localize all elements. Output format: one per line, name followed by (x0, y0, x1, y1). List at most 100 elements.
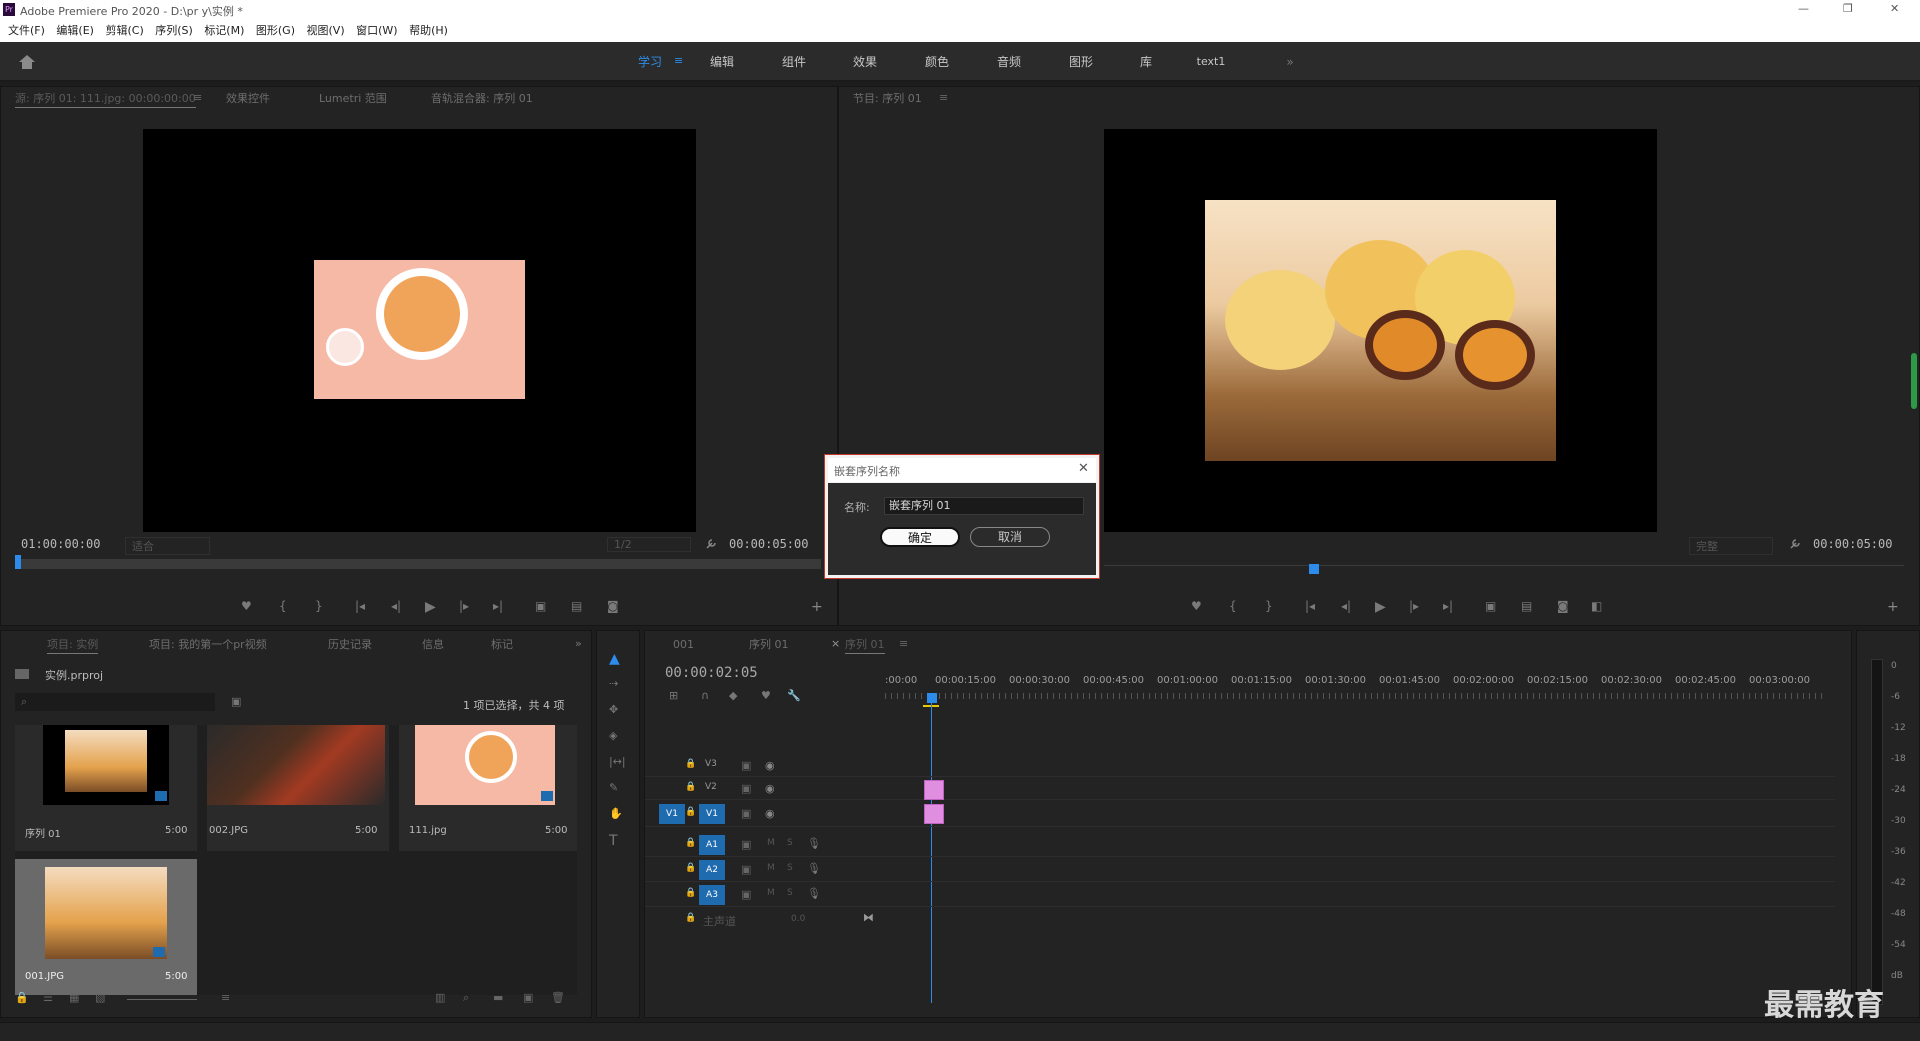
mark-out-icon[interactable]: } (1265, 599, 1273, 613)
cancel-button[interactable]: 取消 (970, 527, 1050, 547)
icon-view-icon[interactable]: ▦ (69, 991, 79, 1004)
microphone-icon[interactable]: 🎙 (807, 862, 821, 875)
ok-button[interactable]: 确定 (880, 527, 960, 547)
clip-v2[interactable] (924, 780, 944, 800)
tab-audio-track-mixer[interactable]: 音轨混合器: 序列 01 (431, 91, 533, 107)
find-icon[interactable]: ⌕ (463, 991, 469, 1005)
add-button-icon[interactable]: + (811, 599, 823, 615)
sync-lock-icon[interactable]: ▣ (741, 807, 751, 820)
selection-tool-icon[interactable]: ▲ (609, 651, 620, 667)
lift-icon[interactable]: ▣ (1485, 599, 1496, 613)
workspace-libraries[interactable]: 库 (1124, 42, 1168, 82)
settings-wrench-icon[interactable]: 🔧 (787, 689, 801, 702)
workspace-audio[interactable]: 音频 (987, 42, 1031, 82)
menu-file[interactable]: 文件(F) (8, 20, 45, 42)
insert-icon[interactable]: ▣ (535, 599, 546, 613)
tab-project-2[interactable]: 项目: 我的第一个pr视频 (149, 637, 267, 653)
lock-icon[interactable]: 🔒 (685, 782, 696, 792)
name-input[interactable]: 嵌套序列 01 (884, 497, 1084, 515)
menu-view[interactable]: 视图(V) (307, 20, 345, 42)
list-view-icon[interactable]: ☰ (43, 991, 53, 1004)
menu-graphics[interactable]: 图形(G) (256, 20, 295, 42)
type-tool-icon[interactable]: T (609, 833, 618, 849)
lock-icon[interactable]: 🔒 (685, 807, 696, 817)
source-time-ruler[interactable] (15, 559, 821, 569)
step-forward-icon[interactable]: |▸ (459, 599, 469, 613)
tab-lumetri-scopes[interactable]: Lumetri 范围 (319, 91, 387, 107)
workspace-menu-icon[interactable]: ≡ (674, 54, 683, 67)
lock-icon[interactable]: 🔒 (685, 863, 696, 873)
project-search-input[interactable]: ⌕ (15, 693, 215, 711)
comparison-view-icon[interactable]: ◧ (1591, 599, 1602, 613)
hand-tool-icon[interactable]: ✋ (609, 807, 623, 820)
workspace-learn[interactable]: 学习 (628, 42, 672, 82)
sync-lock-icon[interactable]: ▣ (741, 759, 751, 772)
go-to-in-icon[interactable]: |◂ (1305, 599, 1315, 613)
workspace-more-button[interactable]: » (1280, 42, 1300, 82)
export-frame-icon[interactable]: ◙ (607, 599, 619, 613)
source-playhead[interactable] (15, 555, 21, 569)
more-tabs-icon[interactable]: » (575, 637, 582, 650)
sort-icon[interactable]: ≡ (221, 991, 230, 1004)
solo-button[interactable]: S (787, 838, 793, 848)
timeline-ruler[interactable]: :00:00 00:00:15:00 00:00:30:00 00:00:45:… (885, 675, 1845, 705)
go-to-end-icon[interactable]: ⧓ (863, 911, 874, 924)
menu-edit[interactable]: 编辑(E) (56, 20, 94, 42)
lock-icon[interactable]: 🔒 (685, 913, 696, 923)
tab-source[interactable]: 源: 序列 01: 111.jpg: 00:00:00:00 (15, 91, 196, 108)
pen-tool-icon[interactable]: ✎ (609, 781, 618, 794)
menu-window[interactable]: 窗口(W) (356, 20, 397, 42)
step-back-icon[interactable]: ◂| (1341, 599, 1351, 613)
marker-icon[interactable]: ♥ (1191, 599, 1202, 613)
export-frame-icon[interactable]: ◙ (1557, 599, 1569, 613)
workspace-graphics[interactable]: 图形 (1059, 42, 1103, 82)
step-back-icon[interactable]: ◂| (391, 599, 401, 613)
sync-lock-icon[interactable]: ▣ (741, 888, 751, 901)
project-item-002[interactable]: 002.JPG 5:00 (207, 725, 389, 851)
tab-history[interactable]: 历史记录 (328, 637, 372, 653)
snap-icon[interactable]: ∩ (701, 689, 709, 702)
restore-button[interactable]: ❐ (1843, 2, 1853, 15)
scroll-handle[interactable] (1911, 353, 1917, 409)
tab-timeline-active[interactable]: 序列 01 (845, 637, 885, 654)
marker-icon[interactable]: ♥ (241, 599, 252, 613)
program-quality-dropdown[interactable]: 完整 (1689, 537, 1773, 555)
close-tab-icon[interactable]: × (831, 637, 840, 650)
project-item-sequence[interactable]: 序列 01 5:00 (15, 725, 197, 851)
mark-out-icon[interactable]: } (315, 599, 323, 613)
workspace-editing[interactable]: 编辑 (700, 42, 744, 82)
workspace-assembly[interactable]: 组件 (772, 42, 816, 82)
eye-icon[interactable]: ◉ (765, 759, 775, 772)
mark-in-icon[interactable]: { (1229, 599, 1237, 613)
solo-button[interactable]: S (787, 888, 793, 898)
menu-help[interactable]: 帮助(H) (409, 20, 448, 42)
new-item-icon[interactable]: ▣ (523, 991, 533, 1004)
tab-project[interactable]: 项目: 实例 (47, 637, 99, 654)
lock-icon[interactable]: 🔒 (685, 759, 696, 769)
go-to-in-icon[interactable]: |◂ (355, 599, 365, 613)
project-item-001-selected[interactable]: 001.JPG 5:00 (15, 859, 197, 995)
menu-clip[interactable]: 剪辑(C) (105, 20, 143, 42)
play-icon[interactable]: ▶ (1375, 599, 1386, 615)
panel-menu-icon[interactable]: ≡ (193, 91, 202, 104)
tab-timeline-001[interactable]: 001 (673, 637, 694, 653)
ripple-edit-tool-icon[interactable]: ✥ (609, 703, 618, 716)
track-target-a1[interactable]: A1 (699, 835, 725, 855)
mute-button[interactable]: M (767, 888, 775, 898)
freeform-view-icon[interactable]: ▧ (95, 991, 105, 1004)
menu-markers[interactable]: 标记(M) (204, 20, 244, 42)
sync-lock-icon[interactable]: ▣ (741, 838, 751, 851)
add-marker-icon[interactable]: ♥ (761, 689, 771, 702)
program-playhead[interactable] (1309, 564, 1319, 574)
panel-menu-icon[interactable]: ≡ (939, 91, 948, 104)
timeline-timecode[interactable]: 00:00:02:05 (665, 665, 758, 681)
close-icon[interactable]: ✕ (1078, 461, 1089, 476)
tab-effect-controls[interactable]: 效果控件 (226, 91, 270, 107)
extract-icon[interactable]: ▤ (1521, 599, 1532, 613)
close-window-button[interactable]: ✕ (1890, 2, 1899, 15)
go-to-out-icon[interactable]: ▸| (493, 599, 503, 613)
sync-lock-icon[interactable]: ▣ (741, 863, 751, 876)
sync-lock-icon[interactable]: ▣ (741, 782, 751, 795)
mute-button[interactable]: M (767, 863, 775, 873)
minimize-button[interactable]: — (1798, 2, 1809, 15)
